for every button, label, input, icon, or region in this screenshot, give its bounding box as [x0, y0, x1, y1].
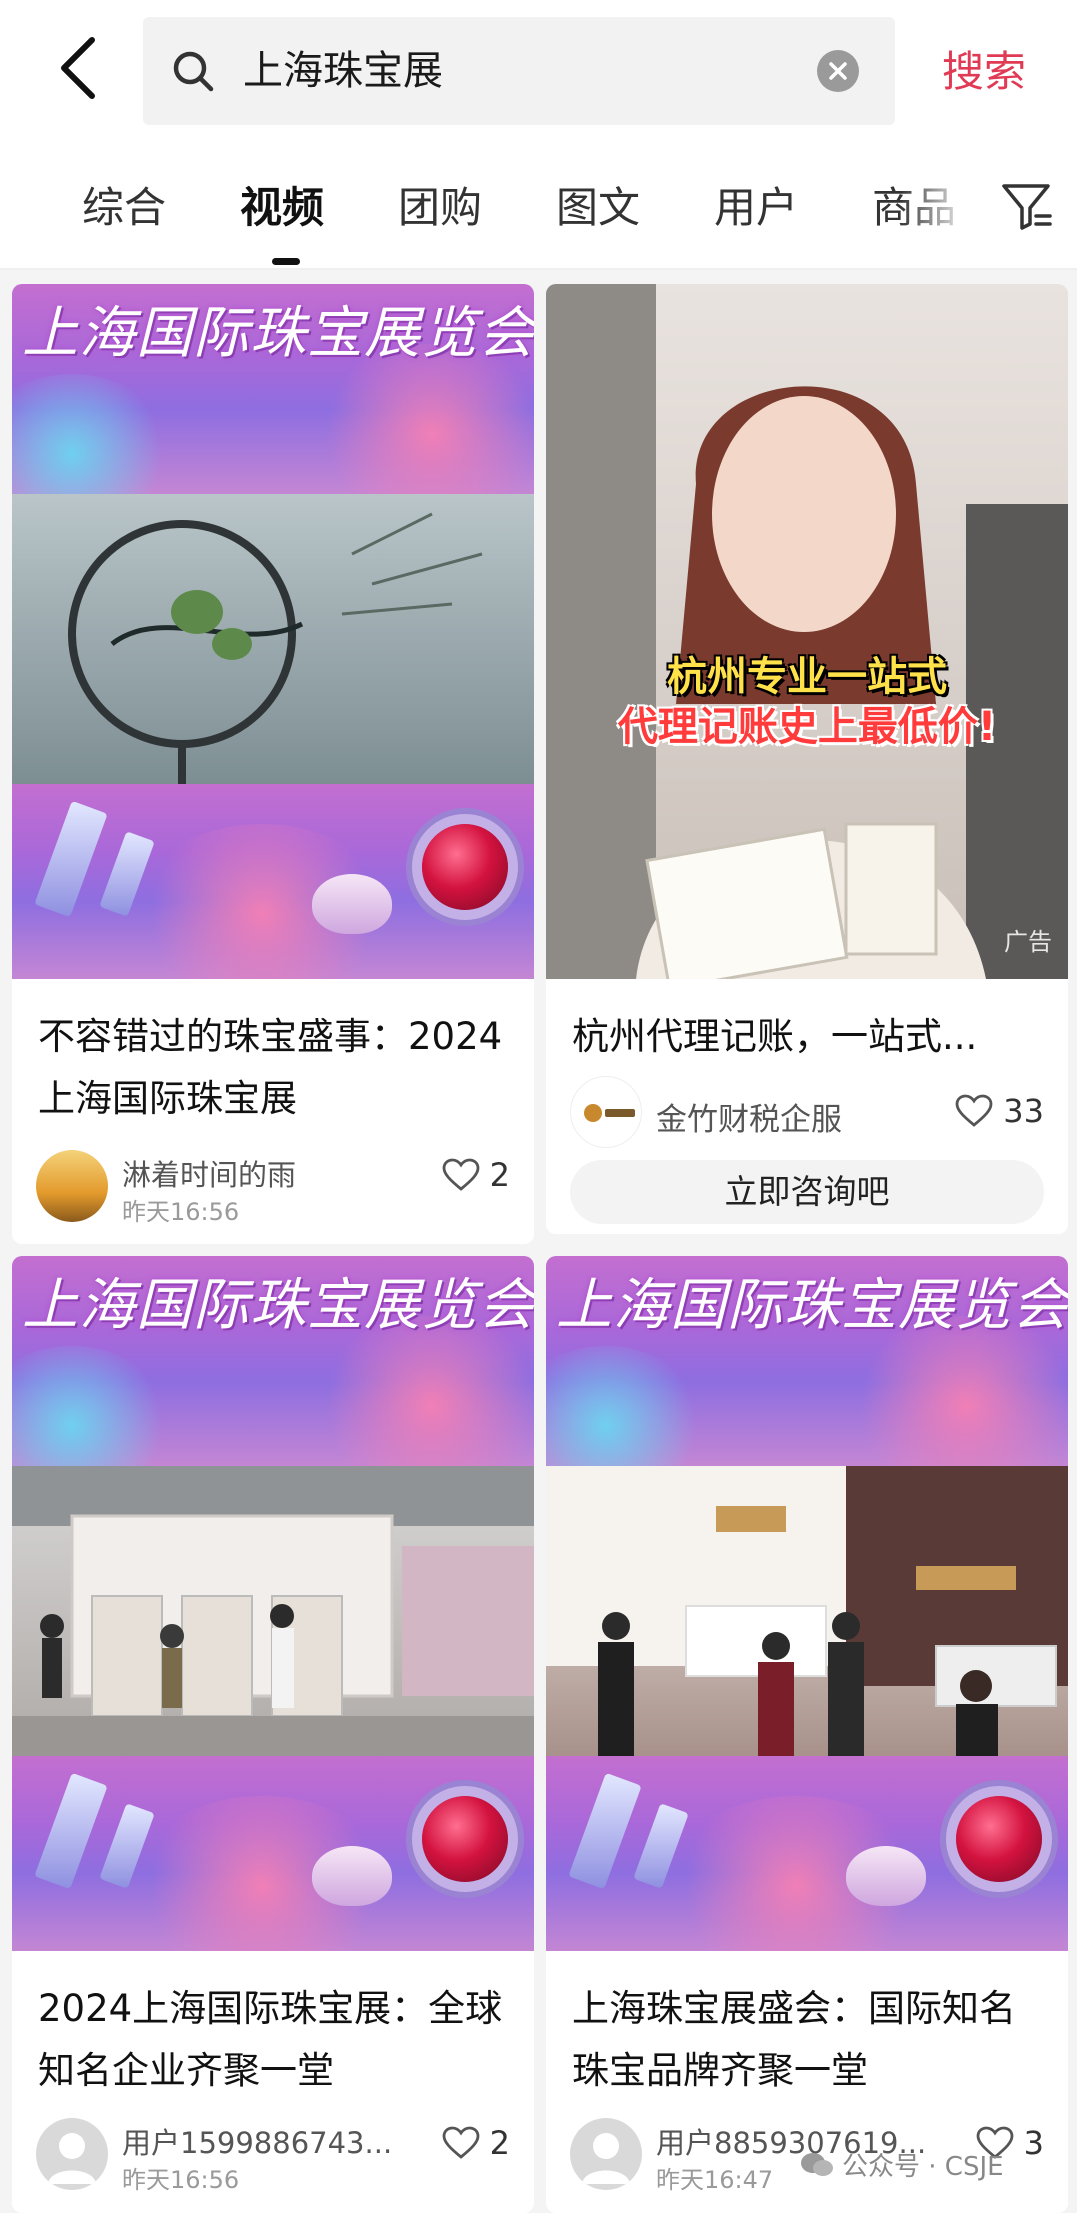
like-button[interactable]: 2	[442, 1156, 510, 1194]
expo-banner-bottom	[546, 1756, 1068, 1951]
like-count: 2	[489, 1156, 510, 1194]
close-icon	[829, 62, 847, 80]
active-tab-indicator	[272, 258, 300, 265]
hoop-sculpture-illustration	[68, 512, 483, 784]
video-thumbnail[interactable]: 上海国际珠宝展览会	[546, 1256, 1068, 1951]
jewelry-display-photo	[12, 494, 534, 784]
exhibition-booth-photo	[12, 1466, 534, 1756]
banner-title: 上海国际珠宝展览会	[22, 301, 534, 366]
card-author-row: 金竹财税企服 33	[570, 1076, 1044, 1156]
default-user-icon	[582, 2133, 630, 2184]
tab-articles[interactable]: 图文	[556, 180, 640, 236]
ad-overlay-line2: 代理记账史上最低价!	[617, 704, 997, 750]
banner-title: 上海国际珠宝展览会	[22, 1273, 534, 1338]
card-caption[interactable]: 杭州代理记账，一站式...	[572, 1006, 1048, 1068]
back-arrow-icon	[61, 37, 95, 99]
watermark-text: 公众号 · CSJE	[842, 2152, 1004, 2182]
heart-icon	[955, 1094, 993, 1127]
top-bar: 上海珠宝展 搜索	[0, 0, 1077, 150]
brand-logo-icon	[584, 1104, 635, 1122]
card-author-row: 淋着时间的雨 昨天16:56 2	[36, 1150, 510, 1230]
wechat-watermark: 公众号 · CSJE	[800, 2146, 1004, 2183]
brand-avatar[interactable]	[570, 1076, 642, 1148]
default-user-icon	[48, 2133, 96, 2184]
wechat-icon	[801, 2152, 833, 2176]
brand-booth-photo	[546, 1466, 1068, 1756]
search-submit-button[interactable]: 搜索	[942, 0, 1026, 143]
like-button[interactable]: 2	[442, 2124, 510, 2162]
consult-button[interactable]: 立即咨询吧	[570, 1160, 1044, 1224]
card-caption[interactable]: 不容错过的珠宝盛事：2024上海国际珠宝展	[38, 1006, 514, 1130]
like-count: 33	[1003, 1092, 1044, 1130]
ad-video-thumbnail[interactable]: 杭州专业一站式 代理记账史上最低价! 广告	[546, 284, 1068, 979]
like-count: 2	[489, 2124, 510, 2162]
category-tabs: 综合 视频 团购 图文 用户 商品	[0, 150, 1077, 270]
tab-scroll-fade	[900, 174, 970, 244]
tab-video[interactable]: 视频	[240, 180, 324, 236]
author-name[interactable]: 淋着时间的雨	[122, 1152, 296, 1194]
heart-icon	[442, 2126, 480, 2159]
search-input[interactable]: 上海珠宝展	[143, 17, 895, 125]
tab-comprehensive[interactable]: 综合	[82, 180, 166, 236]
card-caption[interactable]: 2024上海国际珠宝展：全球知名企业齐聚一堂	[38, 1978, 514, 2102]
expo-banner-bottom	[12, 784, 534, 979]
avatar[interactable]	[36, 1150, 108, 1222]
video-thumbnail[interactable]: 上海国际珠宝展览会	[12, 1256, 534, 1951]
post-time: 昨天16:47	[656, 2166, 774, 2194]
clear-search-button[interactable]	[817, 50, 859, 92]
search-icon	[173, 51, 214, 92]
video-card[interactable]: 上海国际珠宝展览会 上海珠宝展盛会：国际知名珠宝品牌齐聚一堂 用户8859307…	[546, 1256, 1068, 2213]
video-thumbnail[interactable]: 上海国际珠宝展览会	[12, 284, 534, 979]
heart-icon	[442, 1158, 480, 1191]
tab-group-buy[interactable]: 团购	[398, 180, 482, 236]
video-card[interactable]: 上海国际珠宝展览会 2024上海国际珠宝展：全球知名企业齐聚一堂 用户15998…	[12, 1256, 534, 2213]
expo-banner-top: 上海国际珠宝展览会	[546, 1256, 1068, 1506]
author-name[interactable]: 用户1599886743...	[122, 2120, 412, 2162]
ad-badge: 广告	[1004, 928, 1052, 956]
expo-banner-bottom	[12, 1756, 534, 1951]
post-time: 昨天16:56	[122, 2166, 240, 2194]
post-time: 昨天16:56	[122, 1198, 240, 1226]
brand-booth-illustration	[546, 1466, 1068, 1756]
tab-users[interactable]: 用户	[714, 180, 798, 236]
ad-card[interactable]: 杭州专业一站式 代理记账史上最低价! 广告 杭州代理记账，一站式... 金竹财税…	[546, 284, 1068, 1234]
card-author-row: 用户1599886743... 昨天16:56 2	[36, 2118, 510, 2198]
search-query-text[interactable]: 上海珠宝展	[243, 17, 443, 125]
like-button[interactable]: 33	[955, 1092, 1044, 1130]
banner-title: 上海国际珠宝展览会	[556, 1273, 1068, 1338]
video-card[interactable]: 上海国际珠宝展览会 不容错过的珠宝盛事：2024上海国际珠宝展 淋着时间的雨 昨…	[12, 284, 534, 1244]
booth-illustration	[12, 1466, 534, 1756]
expo-banner-top: 上海国际珠宝展览会	[12, 1256, 534, 1506]
card-caption[interactable]: 上海珠宝展盛会：国际知名珠宝品牌齐聚一堂	[572, 1978, 1048, 2102]
presenter-illustration	[546, 284, 1068, 979]
like-count: 3	[1023, 2124, 1044, 2162]
filter-icon[interactable]	[996, 176, 1056, 236]
author-name[interactable]: 金竹财税企服	[656, 1094, 842, 1139]
avatar[interactable]	[570, 2118, 642, 2190]
back-button[interactable]	[48, 28, 108, 108]
expo-banner-top: 上海国际珠宝展览会	[12, 284, 534, 534]
avatar[interactable]	[36, 2118, 108, 2190]
